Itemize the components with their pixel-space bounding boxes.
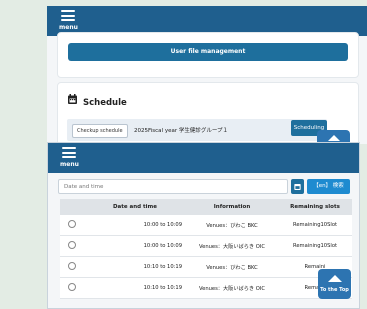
slot-info: Venues：びわこ BKC <box>186 215 278 236</box>
top-navigation-bar: menu <box>48 143 359 173</box>
table-row[interactable]: 10:00 to 10:09 Venues：大阪いばらき OIC Remaini… <box>60 235 352 257</box>
schedule-row: Checkup schedule 2025Fiscal year 学生健診グルー… <box>67 119 327 141</box>
slots-column-header: Remaining slots <box>278 199 352 215</box>
select-column-header <box>60 199 84 215</box>
slot-time: 10:10 to 10:19 <box>84 277 186 299</box>
slot-time: 10:10 to 10:19 <box>84 256 186 278</box>
slot-radio[interactable] <box>68 220 76 228</box>
schedule-description: 2025Fiscal year 学生健診グループ１ <box>134 128 229 134</box>
slot-time: 10:00 to 10:09 <box>84 235 186 257</box>
slot-radio[interactable] <box>68 262 76 270</box>
arrow-up-icon <box>327 135 340 141</box>
menu-button[interactable]: menu <box>59 9 85 33</box>
datetime-column-header: Date and time <box>84 199 186 215</box>
checkup-schedule-chip: Checkup schedule <box>72 124 128 138</box>
slot-remaining: Remaining10Slot <box>278 235 352 257</box>
slot-info: Venues：びわこ BKC <box>186 256 278 278</box>
user-file-card: User file management <box>57 32 359 78</box>
information-column-header: Information <box>186 199 278 215</box>
table-header-row: Date and time Information Remaining slot… <box>60 199 352 215</box>
slots-table: Date and time Information Remaining slot… <box>60 199 352 299</box>
user-file-management-button[interactable]: User file management <box>68 43 348 61</box>
menu-button[interactable]: menu <box>60 146 86 170</box>
schedule-heading: Schedule <box>83 98 127 108</box>
reservation-panel: menu Date and time 【en】 検索 Date and time… <box>47 142 360 309</box>
calendar-picker-button[interactable] <box>291 179 304 194</box>
table-row[interactable]: 10:10 to 10:19 Venues：大阪いばらき OIC Remaini <box>60 277 352 299</box>
calendar-icon <box>294 184 301 190</box>
calendar-icon <box>68 94 77 104</box>
slot-radio[interactable] <box>68 241 76 249</box>
slot-radio[interactable] <box>68 283 76 291</box>
slot-time: 10:00 to 10:09 <box>84 215 186 236</box>
to-the-top-button[interactable]: To the Top <box>318 269 351 299</box>
date-time-input[interactable]: Date and time <box>58 179 288 194</box>
table-row[interactable]: 10:00 to 10:09 Venues：びわこ BKC Remaining1… <box>60 215 352 236</box>
schedule-panel: menu User file management Schedule Check… <box>47 6 367 144</box>
menu-label: menu <box>60 161 79 168</box>
slot-info: Venues：大阪いばらき OIC <box>186 235 278 257</box>
slot-info: Venues：大阪いばらき OIC <box>186 277 278 299</box>
arrow-up-icon <box>327 275 342 282</box>
search-button[interactable]: 【en】 検索 <box>307 179 350 194</box>
table-row[interactable]: 10:10 to 10:19 Venues：びわこ BKC Remaini <box>60 256 352 278</box>
hamburger-icon <box>61 10 75 21</box>
menu-label: menu <box>59 24 78 31</box>
hamburger-icon <box>62 147 76 158</box>
slot-remaining: Remaining10Slot <box>278 215 352 236</box>
to-the-top-label: To the Top <box>320 287 349 293</box>
